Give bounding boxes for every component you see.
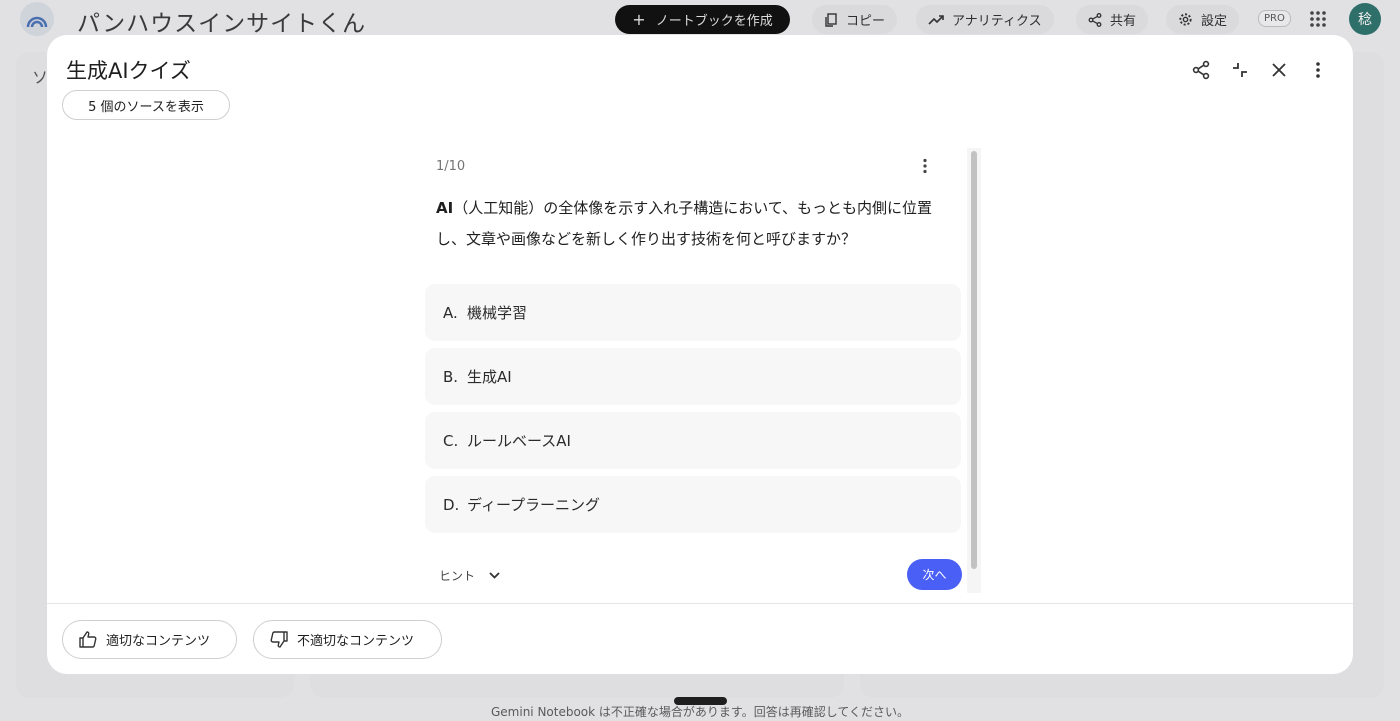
copy-button[interactable]: コピー xyxy=(812,5,898,34)
copy-icon xyxy=(825,12,837,27)
disclaimer-text: Gemini Notebook は不正確な場合があります。回答は再確認してくださ… xyxy=(490,705,909,719)
share-label: 共有 xyxy=(1110,14,1137,29)
next-button[interactable]: 次へ xyxy=(907,559,962,590)
apps-grid-icon[interactable] xyxy=(1309,10,1327,32)
settings-label: 設定 xyxy=(1201,14,1228,29)
create-notebook-button[interactable]: + ノートブックを作成 xyxy=(615,5,790,34)
option-letter: C. xyxy=(443,431,459,450)
analytics-button[interactable]: アナリティクス xyxy=(916,5,1054,34)
bad-content-label: 不適切なコンテンツ xyxy=(297,634,415,649)
collapse-icon[interactable] xyxy=(1229,59,1251,81)
quiz-modal: 生成AIクイズ 5 個のソースを表示 1/10 AI（人工知能）の全体像を示す入… xyxy=(47,35,1353,674)
analytics-label: アナリティクス xyxy=(952,14,1042,29)
pro-badge: PRO xyxy=(1258,10,1291,27)
top-app-bar: パンハウスインサイトくん + ノートブックを作成 コピー アナリティクス 共有 xyxy=(0,0,1400,38)
settings-button[interactable]: 設定 xyxy=(1166,5,1240,34)
question-emphasis: AI xyxy=(436,199,454,217)
trending-up-icon xyxy=(928,14,944,25)
modal-title: 生成AIクイズ xyxy=(66,59,191,83)
avatar[interactable]: 稔 xyxy=(1349,3,1381,35)
thumb-down-icon xyxy=(270,631,288,648)
quiz-question: AI（人工知能）の全体像を示す入れ子構造において、もっとも内側に位置し、文章や画… xyxy=(436,193,961,255)
question-text: （人工知能）の全体像を示す入れ子構造において、もっとも内側に位置し、文章や画像な… xyxy=(436,199,933,248)
option-text: ルールベースAI xyxy=(467,432,571,450)
option-letter: D. xyxy=(443,495,460,514)
create-notebook-label: ノートブックを作成 xyxy=(655,14,773,29)
share-icon[interactable] xyxy=(1190,59,1212,81)
good-content-label: 適切なコンテンツ xyxy=(106,634,211,649)
option-letter: B. xyxy=(443,367,459,386)
thumb-up-icon xyxy=(79,631,97,648)
more-vert-icon[interactable] xyxy=(922,158,928,178)
answer-option-a[interactable]: A. 機械学習 xyxy=(425,284,961,341)
option-letter: A. xyxy=(443,303,458,322)
more-vert-icon[interactable] xyxy=(1307,59,1329,81)
answer-options: A. 機械学習 B. 生成AI C. ルールベースAI D. ディープラーニング xyxy=(425,284,961,540)
option-text: 機械学習 xyxy=(467,304,528,322)
answer-option-d[interactable]: D. ディープラーニング xyxy=(425,476,961,533)
quiz-scrollbar-thumb[interactable] xyxy=(971,151,977,569)
plus-icon: + xyxy=(632,10,646,29)
panel-heading-fragment: ソ xyxy=(32,68,49,87)
option-text: 生成AI xyxy=(467,368,512,386)
option-text: ディープラーニング xyxy=(467,496,601,514)
quiz-card: 1/10 AI（人工知能）の全体像を示す入れ子構造において、もっとも内側に位置し… xyxy=(425,148,981,593)
chevron-down-icon xyxy=(489,572,500,579)
footer-divider xyxy=(47,603,1353,604)
good-content-button[interactable]: 適切なコンテンツ xyxy=(62,620,237,659)
hint-label: ヒント xyxy=(439,569,476,583)
gear-icon xyxy=(1179,13,1192,26)
answer-option-c[interactable]: C. ルールベースAI xyxy=(425,412,961,469)
notebook-title[interactable]: パンハウスインサイトくん xyxy=(77,4,366,38)
quiz-progress: 1/10 xyxy=(436,159,466,174)
answer-option-b[interactable]: B. 生成AI xyxy=(425,348,961,405)
view-sources-button[interactable]: 5 個のソースを表示 xyxy=(62,90,230,120)
copy-label: コピー xyxy=(846,14,886,29)
close-icon[interactable] xyxy=(1268,59,1290,81)
app-logo-icon[interactable] xyxy=(20,2,54,36)
hint-toggle[interactable]: ヒント xyxy=(439,567,500,584)
bad-content-button[interactable]: 不適切なコンテンツ xyxy=(253,620,442,659)
share-icon xyxy=(1088,12,1102,27)
share-notebook-button[interactable]: 共有 xyxy=(1076,5,1149,34)
